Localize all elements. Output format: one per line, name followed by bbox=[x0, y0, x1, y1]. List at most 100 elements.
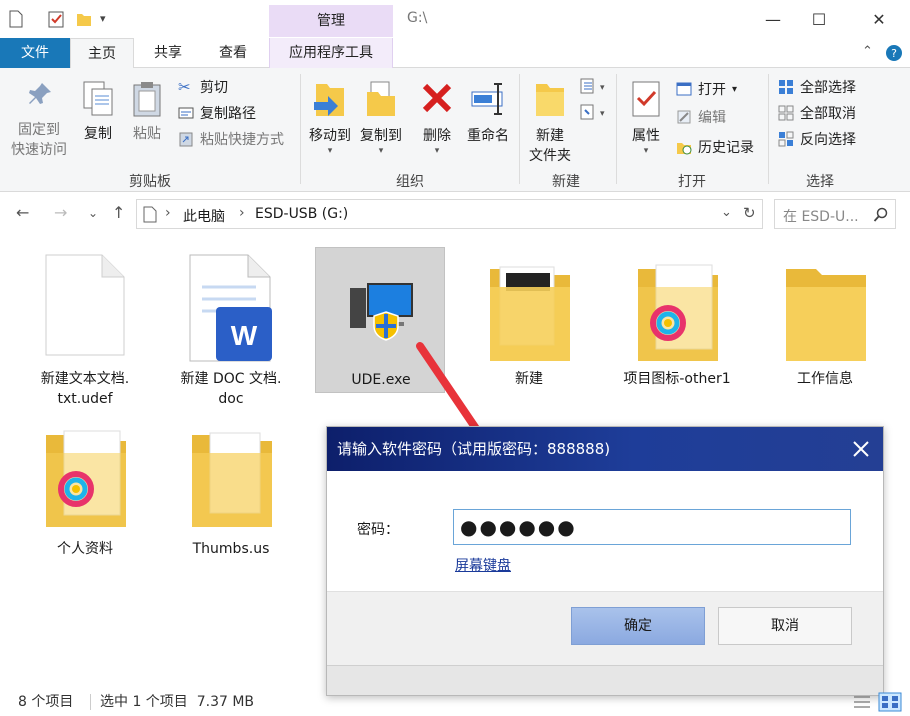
group-divider bbox=[300, 74, 301, 184]
pin-icon bbox=[29, 83, 51, 104]
dialog-close-icon[interactable] bbox=[851, 439, 871, 459]
password-dialog: 请输入软件密码（试用版密码：888888) 密码： ●●●●●● 屏幕键盘 确定… bbox=[326, 426, 884, 696]
delete-icon bbox=[422, 83, 452, 113]
folder-icon bbox=[46, 430, 126, 527]
title-bar: ▾ 管理 G:\ — ☐ ✕ bbox=[0, 0, 910, 38]
move-to-icon bbox=[314, 84, 344, 116]
copy-path-icon bbox=[178, 107, 194, 119]
help-icon[interactable]: ? bbox=[885, 44, 903, 62]
open-icon bbox=[676, 82, 692, 96]
dialog-body: 密码： ●●●●●● 屏幕键盘 bbox=[327, 471, 883, 591]
forward-arrow-icon[interactable]: → bbox=[54, 203, 67, 222]
group-clipboard-label: 剪贴板 bbox=[129, 174, 171, 190]
paste-icon bbox=[133, 82, 161, 117]
folder-icon[interactable] bbox=[76, 10, 92, 28]
group-divider bbox=[519, 74, 520, 184]
svg-text:▾: ▾ bbox=[600, 109, 605, 119]
exe-icon bbox=[350, 283, 413, 341]
back-arrow-icon[interactable]: ← bbox=[16, 203, 29, 222]
file-item[interactable]: 个人资料 bbox=[20, 421, 150, 561]
window-title: G:\ bbox=[407, 10, 428, 26]
easy-access-icon[interactable]: ▾ bbox=[580, 102, 610, 122]
group-divider bbox=[616, 74, 617, 184]
word-doc-icon: W bbox=[189, 254, 272, 362]
on-screen-keyboard-link[interactable]: 屏幕键盘 bbox=[455, 555, 511, 575]
close-button[interactable]: ✕ bbox=[856, 0, 902, 38]
new-item-icon[interactable]: ▾ bbox=[580, 76, 610, 96]
edit-icon bbox=[677, 110, 691, 124]
select-all-icon bbox=[779, 80, 793, 94]
select-all-button[interactable]: 全部选择 bbox=[778, 76, 856, 98]
file-item[interactable]: Thumbs.us bbox=[166, 421, 296, 561]
details-view-icon[interactable] bbox=[852, 694, 872, 710]
svg-text:?: ? bbox=[891, 47, 897, 60]
file-item[interactable]: W 新建 DOC 文档. doc bbox=[166, 247, 296, 417]
copy-to-icon bbox=[367, 81, 395, 116]
select-none-button[interactable]: 全部取消 bbox=[778, 102, 856, 124]
search-icon bbox=[873, 207, 888, 222]
item-count: 8 个项目 bbox=[18, 694, 74, 710]
up-arrow-icon[interactable]: ↑ bbox=[112, 203, 125, 222]
tab-share[interactable]: 共享 bbox=[138, 38, 198, 68]
copy-to-button[interactable]: 复制到 ▾ bbox=[356, 78, 406, 156]
address-field[interactable]: › 此电脑 › ESD-USB (G:) ⌄ ↻ bbox=[136, 199, 763, 229]
new-folder-button[interactable]: 新建 文件夹 bbox=[522, 78, 578, 166]
file-item[interactable]: 工作信息 bbox=[760, 247, 890, 417]
cancel-button[interactable]: 取消 bbox=[718, 607, 852, 645]
breadcrumb-separator: › bbox=[165, 205, 171, 221]
quick-access-dropdown-icon[interactable]: ▾ bbox=[100, 12, 106, 25]
properties-button[interactable]: 属性 ▾ bbox=[622, 78, 670, 156]
refresh-icon[interactable]: ↻ bbox=[743, 204, 756, 222]
collapse-ribbon-icon[interactable]: ⌃ bbox=[862, 44, 873, 59]
pin-quick-access-button[interactable]: 固定到 快速访问 bbox=[8, 80, 70, 160]
select-none-icon bbox=[778, 105, 794, 121]
edit-button[interactable]: 编辑 bbox=[676, 106, 726, 128]
selection-info: 选中 1 个项目 7.37 MB bbox=[100, 694, 255, 710]
history-button[interactable]: 历史记录 bbox=[676, 136, 754, 158]
tab-app-tools[interactable]: 应用程序工具 bbox=[269, 38, 393, 68]
scissors-icon: ✂ bbox=[178, 78, 191, 96]
open-button[interactable]: 打开 ▾ bbox=[676, 78, 737, 100]
paste-button[interactable]: 粘贴 bbox=[126, 80, 168, 144]
password-label: 密码： bbox=[357, 522, 399, 538]
paste-shortcut-icon bbox=[179, 132, 193, 147]
cut-button[interactable]: ✂ 剪切 bbox=[178, 76, 228, 98]
minimize-button[interactable]: — bbox=[750, 0, 796, 38]
document-icon bbox=[143, 206, 157, 223]
move-to-button[interactable]: 移动到 ▾ bbox=[304, 78, 356, 156]
breadcrumb-this-pc[interactable]: 此电脑 bbox=[183, 206, 225, 226]
text-file-icon bbox=[45, 254, 125, 356]
ok-button[interactable]: 确定 bbox=[571, 607, 705, 645]
group-select-label: 选择 bbox=[806, 174, 834, 190]
folder-icon bbox=[192, 432, 272, 527]
copy-path-button[interactable]: 复制路径 bbox=[178, 102, 256, 124]
history-icon bbox=[677, 143, 692, 155]
search-field[interactable]: 在 ESD-U... bbox=[774, 199, 896, 229]
properties-icon bbox=[632, 81, 660, 117]
maximize-button[interactable]: ☐ bbox=[796, 0, 842, 38]
large-icons-view-icon[interactable] bbox=[878, 692, 902, 712]
rename-icon bbox=[471, 83, 503, 115]
paste-shortcut-button[interactable]: 粘贴快捷方式 bbox=[178, 128, 284, 150]
delete-button[interactable]: 删除 ▾ bbox=[416, 78, 458, 156]
copy-button[interactable]: 复制 bbox=[76, 80, 120, 144]
invert-selection-icon bbox=[778, 131, 794, 147]
file-item[interactable]: 项目图标-other1 bbox=[612, 247, 742, 417]
status-divider bbox=[90, 694, 91, 710]
password-field[interactable]: ●●●●●● bbox=[453, 509, 851, 545]
file-item[interactable]: 新建文本文档. txt.udef bbox=[20, 247, 150, 417]
new-folder-icon bbox=[536, 84, 564, 116]
rename-button[interactable]: 重命名 bbox=[462, 78, 514, 146]
copy-icon bbox=[83, 81, 113, 116]
document-icon[interactable] bbox=[8, 10, 24, 28]
tab-view[interactable]: 查看 bbox=[202, 38, 264, 68]
recent-locations-icon[interactable]: ⌄ bbox=[88, 206, 98, 220]
group-organize-label: 组织 bbox=[396, 174, 424, 190]
breadcrumb-separator: › bbox=[239, 205, 245, 221]
tab-file[interactable]: 文件 bbox=[0, 38, 70, 68]
address-dropdown-icon[interactable]: ⌄ bbox=[721, 205, 732, 220]
invert-selection-button[interactable]: 反向选择 bbox=[778, 128, 856, 150]
properties-check-icon[interactable] bbox=[48, 10, 64, 28]
breadcrumb-drive[interactable]: ESD-USB (G:) bbox=[255, 206, 348, 222]
tab-home[interactable]: 主页 bbox=[70, 38, 134, 69]
